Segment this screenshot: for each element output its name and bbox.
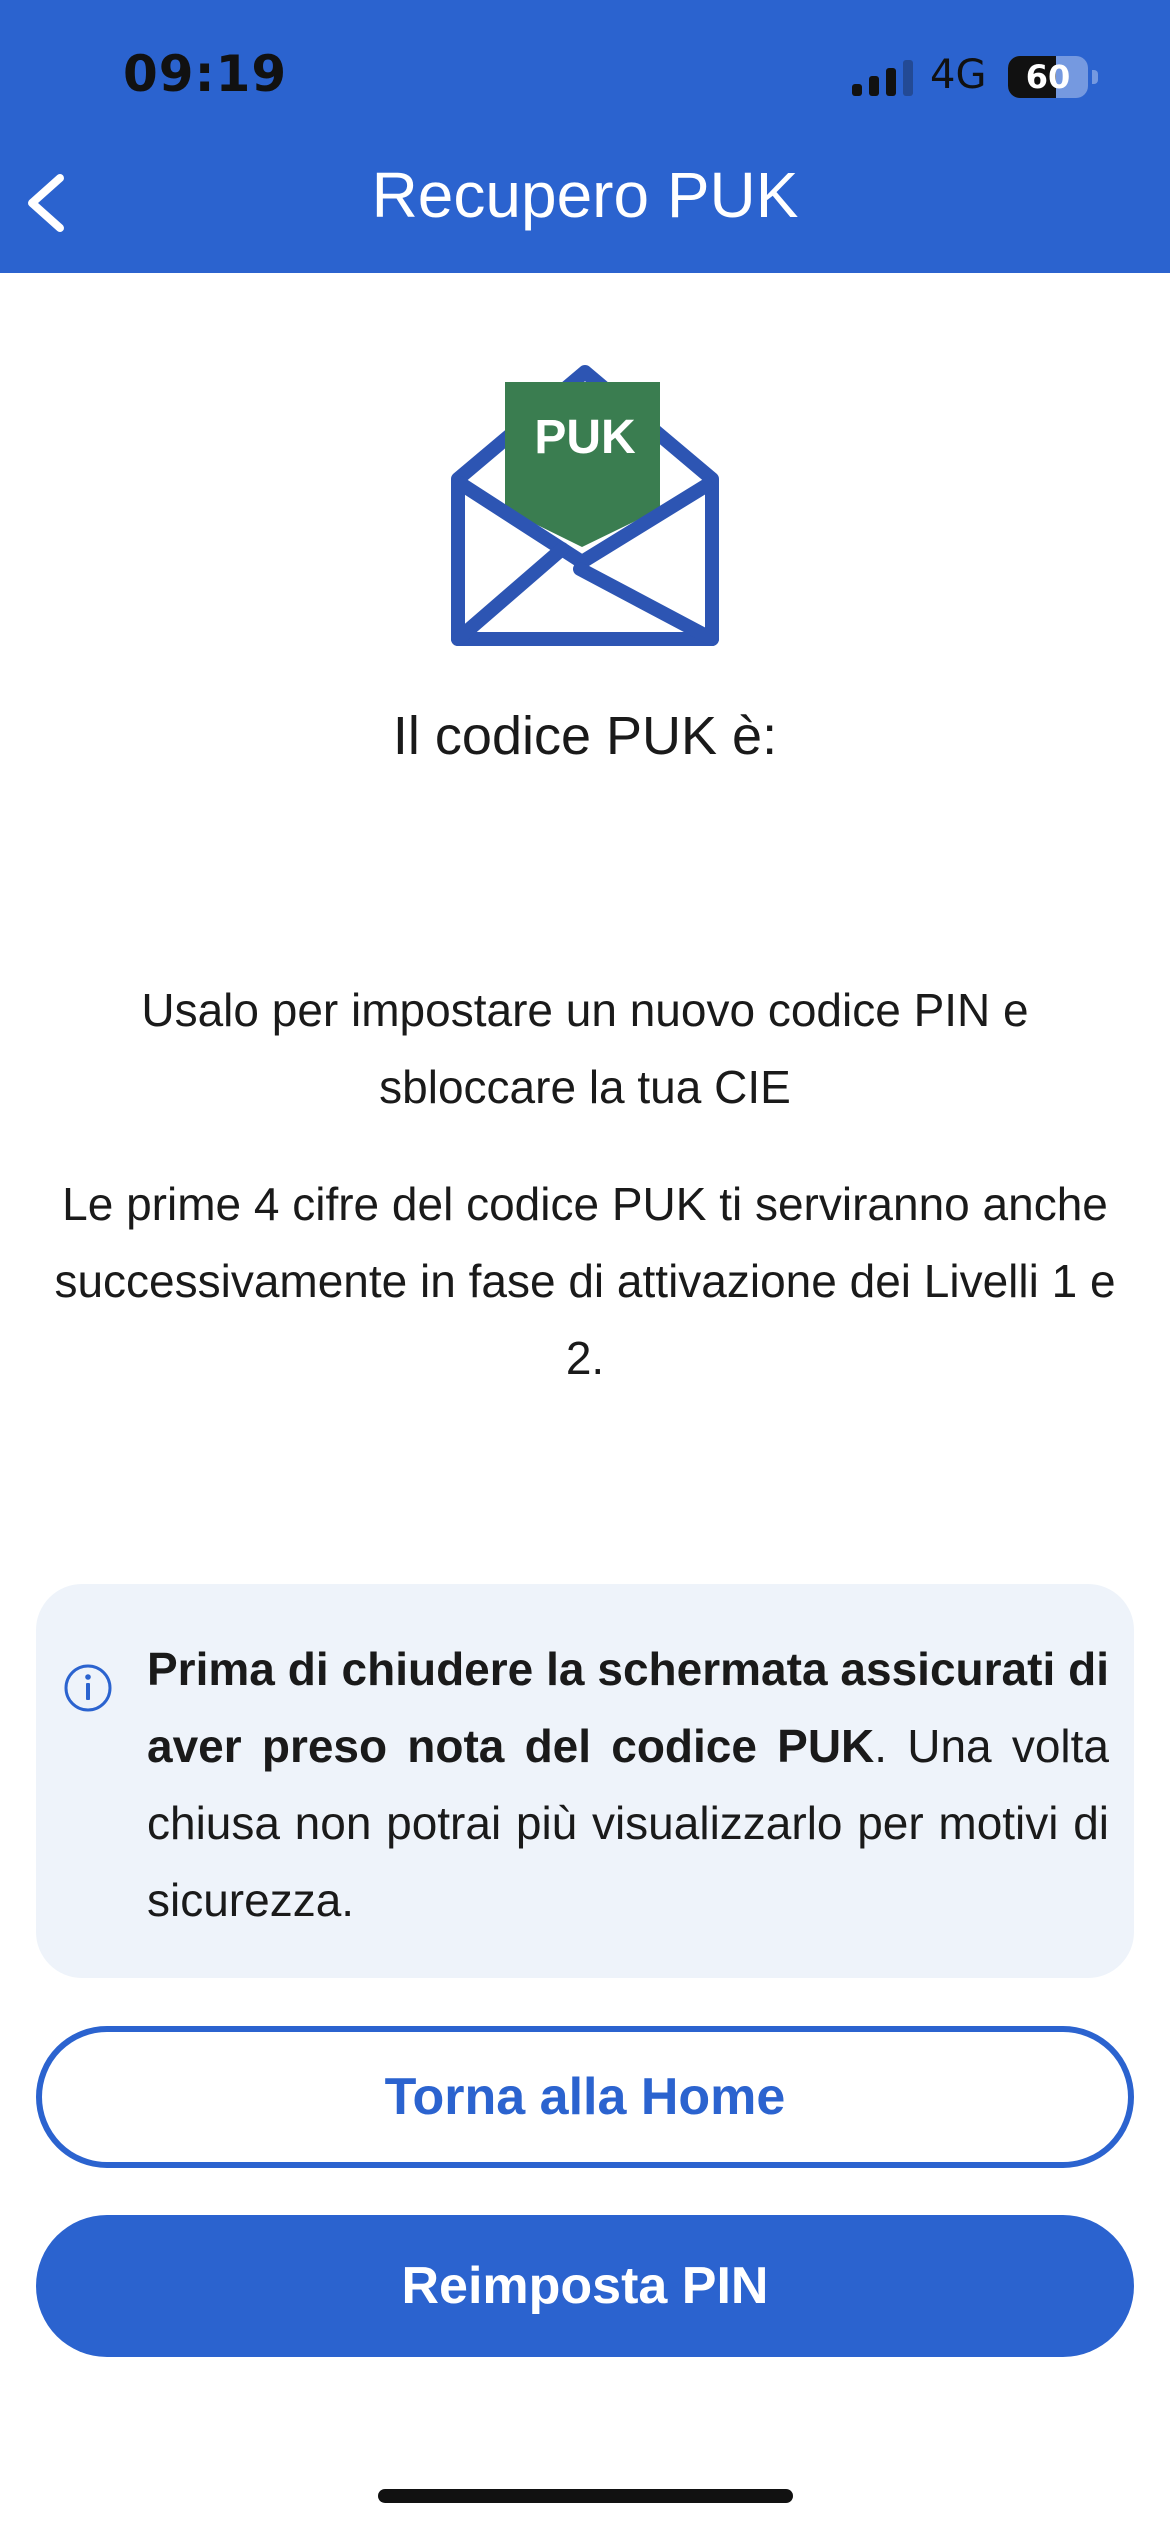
instruction-text: Usalo per impostare un nuovo codice PIN … [141, 984, 1029, 1113]
notice-text: Prima di chiudere la schermata assicurat… [147, 1631, 1109, 1939]
home-button[interactable]: Torna alla Home [36, 2026, 1134, 2168]
levels-info-text: Le prime 4 cifre del codice PUK ti servi… [54, 1178, 1116, 1384]
chevron-left-icon [28, 174, 64, 232]
battery-icon: 60 [1008, 56, 1098, 98]
reset-pin-button[interactable]: Reimposta PIN [36, 2215, 1134, 2357]
app-header: 09:19 4G 60 Recupero PUK [0, 0, 1170, 273]
puk-heading: Il codice PUK è: [392, 706, 778, 766]
info-icon [64, 1664, 112, 1712]
network-type-label: 4G [930, 52, 987, 98]
security-notice: Prima di chiudere la schermata assicurat… [36, 1584, 1134, 1978]
puk-card-label: PUK [534, 411, 636, 464]
battery-percentage: 60 [1025, 58, 1071, 96]
home-indicator[interactable] [378, 2489, 793, 2503]
page-title: Recupero PUK [371, 159, 799, 231]
back-button[interactable] [18, 168, 78, 238]
signal-icon [852, 60, 913, 96]
envelope-icon [451, 365, 719, 646]
status-time: 09:19 [123, 45, 288, 103]
